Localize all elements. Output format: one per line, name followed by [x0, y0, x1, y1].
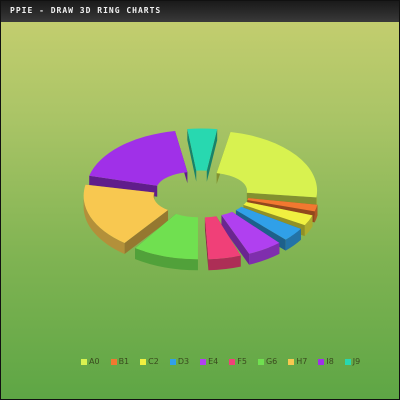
- legend-swatch: [140, 358, 147, 365]
- legend-item-j9: J9: [344, 357, 361, 366]
- legend-label: A0: [89, 357, 100, 366]
- legend-item-h7: H7: [288, 357, 307, 366]
- legend: A0 B1 C2 D3 E4 F5 G6 H7 I8 J9: [81, 357, 360, 366]
- legend-label: D3: [177, 357, 190, 366]
- legend-swatch: [110, 358, 117, 365]
- legend-item-i8: I8: [318, 357, 334, 366]
- legend-label: J9: [352, 357, 361, 366]
- ring-slice-j9: [187, 128, 218, 182]
- legend-swatch: [344, 358, 351, 365]
- legend-label: F5: [237, 357, 247, 366]
- window-title: PPIE - DRAW 3D RING CHARTS: [10, 6, 162, 15]
- legend-item-d3: D3: [169, 357, 190, 366]
- legend-item-e4: E4: [200, 357, 218, 366]
- legend-item-g6: G6: [257, 357, 278, 366]
- legend-item-a0: A0: [81, 357, 100, 366]
- legend-swatch: [318, 358, 325, 365]
- legend-label: C2: [148, 357, 159, 366]
- legend-swatch: [288, 358, 295, 365]
- legend-item-b1: B1: [110, 357, 130, 366]
- legend-label: I8: [326, 357, 334, 366]
- ring-slice-a0: [216, 131, 318, 209]
- legend-swatch: [200, 358, 207, 365]
- legend-item-c2: C2: [140, 357, 159, 366]
- legend-label: H7: [296, 357, 308, 366]
- legend-item-f5: F5: [229, 357, 247, 366]
- legend-swatch: [169, 358, 176, 365]
- ring-chart: [83, 128, 318, 271]
- legend-label: E4: [208, 357, 219, 366]
- chart-window: PPIE - DRAW 3D RING CHARTS A0 B1 C2 D3 E4 F5 G…: [0, 0, 400, 400]
- legend-swatch: [81, 358, 87, 365]
- legend-swatch: [229, 358, 236, 365]
- legend-label: B1: [118, 357, 130, 366]
- title-bar: PPIE - DRAW 3D RING CHARTS: [1, 1, 399, 22]
- legend-swatch: [257, 358, 264, 365]
- legend-label: G6: [265, 357, 278, 366]
